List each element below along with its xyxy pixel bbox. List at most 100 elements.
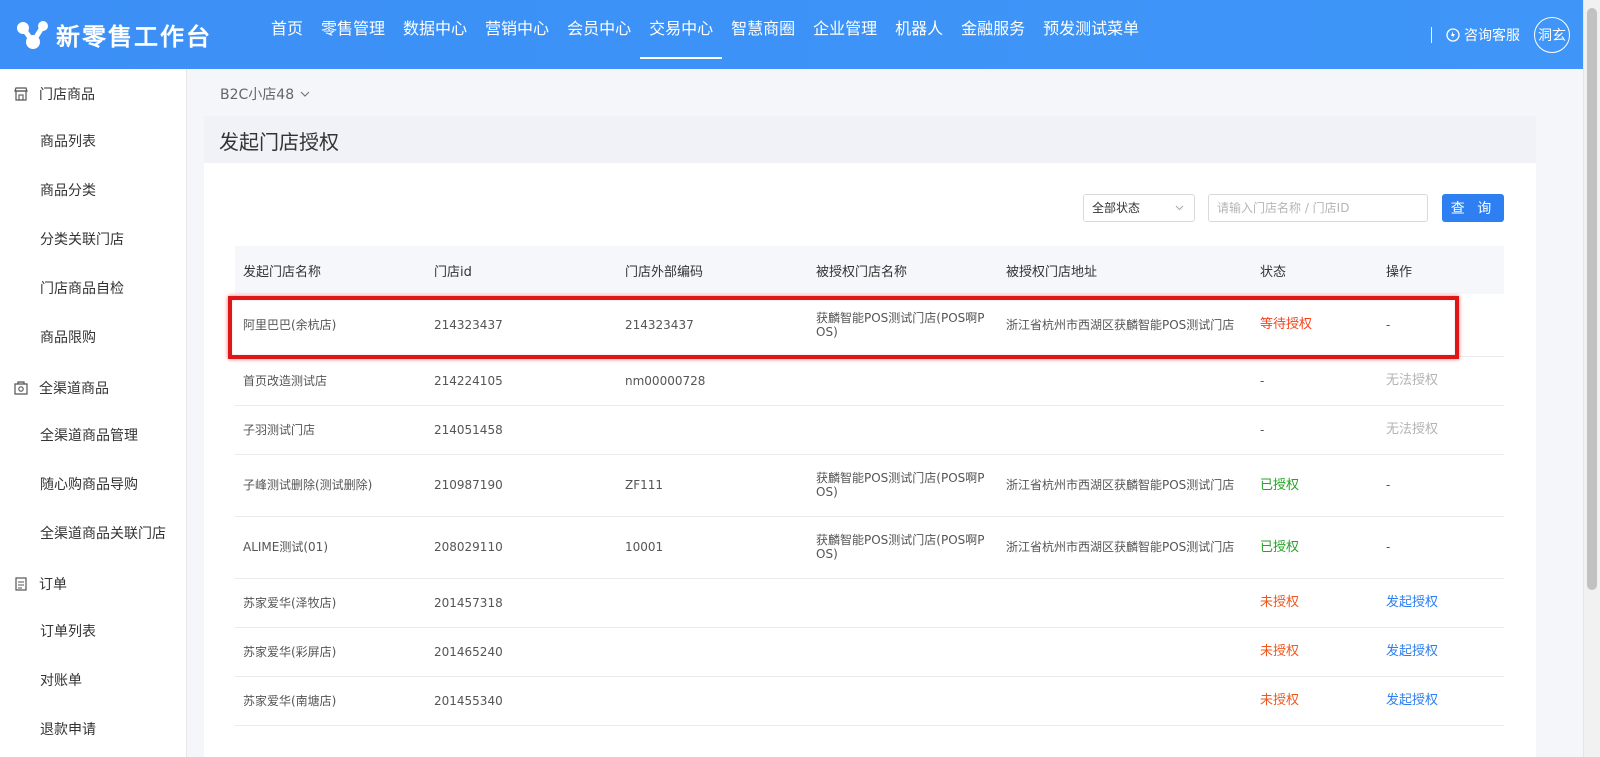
- table-row: ALIME测试(01) 208029110 10001 获麟智能POS测试门店(POS…: [235, 516, 1504, 579]
- cell-authorized-address: 浙江省杭州市西湖区获麟智能POS测试门店: [1006, 540, 1235, 554]
- cell-store-id-wrapper: 201457318: [426, 578, 617, 628]
- logo[interactable]: 新零售工作台: [16, 14, 212, 54]
- cell-status: 未授权: [1260, 644, 1300, 659]
- nav-enterprise[interactable]: 企业管理: [804, 0, 886, 69]
- cell-source-store-wrapper: 苏家爱华(南塘店): [235, 676, 426, 726]
- cell-store-id: 208029110: [434, 540, 503, 554]
- table-row: 阿里巴巴(余杭店) 214323437 214323437 获麟智能POS测试门店(P…: [235, 294, 1504, 357]
- cell-store-id: 210987190: [434, 478, 503, 492]
- nav-home[interactable]: 首页: [262, 0, 312, 69]
- logo-icon: [16, 17, 50, 51]
- cell-external-code-wrapper: 10001: [617, 516, 808, 579]
- logo-text: 新零售工作台: [56, 22, 212, 51]
- cell-action[interactable]: 发起授权: [1386, 644, 1438, 659]
- cell-external-code-wrapper: nm00000728: [617, 356, 808, 406]
- cell-action-wrapper: -: [1378, 516, 1504, 579]
- table-row: 苏家爱华(南塘店) 201455340 未授权 发起授权: [235, 676, 1504, 726]
- cell-authorized-address-wrapper: [998, 627, 1252, 677]
- cell-action[interactable]: 发起授权: [1386, 693, 1438, 708]
- table-row: 苏家爱华(泽牧店) 201457318 未授权 发起授权: [235, 578, 1504, 628]
- nav-smart-district[interactable]: 智慧商圈: [722, 0, 804, 69]
- sidebar-group-order[interactable]: 订单: [0, 559, 186, 608]
- sidebar-item-product-list[interactable]: 商品列表: [0, 118, 186, 167]
- cell-store-id-wrapper: 201465240: [426, 627, 617, 677]
- cell-action-wrapper: 无法授权: [1378, 405, 1504, 455]
- nav-robot[interactable]: 机器人: [886, 0, 952, 69]
- col-authorized-store: 被授权门店名称: [808, 246, 998, 294]
- cell-external-code-wrapper: 214323437: [617, 294, 808, 357]
- cell-source-store: 苏家爱华(泽牧店): [243, 595, 337, 610]
- store-search-input[interactable]: [1208, 194, 1428, 222]
- sidebar-item-statement[interactable]: 对账单: [0, 657, 186, 706]
- service-link[interactable]: 咨询客服: [1446, 25, 1520, 45]
- cell-store-id-wrapper: 210987190: [426, 454, 617, 517]
- col-authorized-address: 被授权门店地址: [998, 246, 1252, 294]
- sidebar-item-refund[interactable]: 退款申请: [0, 706, 186, 755]
- service-label: 咨询客服: [1464, 27, 1520, 44]
- cell-source-store-wrapper: 子峰测试删除(测试删除): [235, 454, 426, 517]
- cell-source-store: 阿里巴巴(余杭店): [243, 317, 337, 332]
- chevron-down-icon: [300, 91, 310, 97]
- sidebar-group-store-goods[interactable]: 门店商品: [0, 69, 186, 118]
- cell-external-code-wrapper: [617, 627, 808, 677]
- cell-status: 已授权: [1260, 539, 1300, 555]
- page-scrollbar[interactable]: [1583, 0, 1600, 757]
- cell-source-store: 苏家爱华(南塘店): [243, 693, 337, 708]
- cell-authorized-address: 浙江省杭州市西湖区获麟智能POS测试门店: [1006, 317, 1235, 332]
- status-filter-select[interactable]: 全部状态: [1083, 194, 1195, 222]
- scrollbar-thumb[interactable]: [1587, 8, 1597, 590]
- sidebar-group-label: 全渠道商品: [39, 380, 109, 397]
- sidebar-item-purchase-limit[interactable]: 商品限购: [0, 314, 186, 363]
- cell-status-wrapper: 未授权: [1252, 627, 1378, 677]
- sidebar-item-shopping-guide[interactable]: 随心购商品导购: [0, 461, 186, 510]
- sidebar-item-omni-manage[interactable]: 全渠道商品管理: [0, 412, 186, 461]
- cell-action-wrapper: -: [1378, 294, 1504, 357]
- cell-action-wrapper: 发起授权: [1378, 578, 1504, 628]
- nav-retail[interactable]: 零售管理: [312, 0, 394, 69]
- headset-icon: [1446, 27, 1460, 42]
- sidebar-group-omni-channel[interactable]: 全渠道商品: [0, 363, 186, 412]
- table-row: 首页改造测试店 214224105 nm00000728 - 无法授权: [235, 356, 1504, 406]
- cell-store-id-wrapper: 214224105: [426, 356, 617, 406]
- cell-status: 未授权: [1260, 595, 1300, 610]
- sidebar-item-product-category[interactable]: 商品分类: [0, 167, 186, 216]
- sidebar-item-category-store[interactable]: 分类关联门店: [0, 216, 186, 265]
- avatar[interactable]: 洞玄: [1534, 16, 1570, 53]
- sidebar-item-self-check[interactable]: 门店商品自检: [0, 265, 186, 314]
- cell-status-wrapper: 未授权: [1252, 578, 1378, 628]
- table-row: 子峰测试删除(测试删除) 210987190 ZF111 获麟智能POS测试门店(PO…: [235, 454, 1504, 517]
- nav-data-center[interactable]: 数据中心: [394, 0, 476, 69]
- cell-authorized-store-wrapper: 获麟智能POS测试门店(POS啊POS): [808, 294, 998, 357]
- top-header: 新零售工作台 首页 零售管理 数据中心 营销中心 会员中心 交易中心 智慧商圈 …: [0, 0, 1600, 69]
- cell-source-store-wrapper: 子羽测试门店: [235, 405, 426, 455]
- sidebar-item-omni-store[interactable]: 全渠道商品关联门店: [0, 510, 186, 559]
- cell-status-wrapper: -: [1252, 405, 1378, 455]
- cell-authorized-store-wrapper: [808, 676, 998, 726]
- col-external-code: 门店外部编码: [617, 246, 808, 294]
- col-store-id: 门店id: [426, 246, 617, 294]
- table-header-row: 发起门店名称 门店id 门店外部编码 被授权门店名称 被授权门店地址 状态 操作: [235, 246, 1504, 294]
- nav-trade[interactable]: 交易中心: [640, 0, 723, 69]
- store-auth-table: 发起门店名称 门店id 门店外部编码 被授权门店名称 被授权门店地址 状态 操作…: [235, 246, 1504, 726]
- main-nav: 首页 零售管理 数据中心 营销中心 会员中心 交易中心 智慧商圈 企业管理 机器…: [262, 0, 1148, 69]
- cell-action[interactable]: 发起授权: [1386, 595, 1438, 610]
- sidebar-item-order-list[interactable]: 订单列表: [0, 608, 186, 657]
- nav-member[interactable]: 会员中心: [558, 0, 640, 69]
- cell-external-code-wrapper: [617, 578, 808, 628]
- nav-marketing[interactable]: 营销中心: [476, 0, 558, 69]
- cell-store-id: 201457318: [434, 595, 503, 610]
- header-divider: [1431, 26, 1432, 43]
- nav-pre-release[interactable]: 预发测试菜单: [1034, 0, 1148, 69]
- cell-external-code: 10001: [625, 540, 664, 554]
- cell-store-id: 214051458: [434, 422, 503, 437]
- nav-finance[interactable]: 金融服务: [952, 0, 1034, 69]
- query-button[interactable]: 查 询: [1442, 194, 1504, 222]
- store-switcher[interactable]: B2C小店48: [220, 84, 310, 104]
- cell-external-code-wrapper: [617, 676, 808, 726]
- col-action: 操作: [1378, 246, 1504, 294]
- cell-action-wrapper: 无法授权: [1378, 356, 1504, 406]
- cell-authorized-store: 获麟智能POS测试门店(POS啊POS): [816, 533, 985, 561]
- table-row: 子羽测试门店 214051458 - 无法授权: [235, 405, 1504, 455]
- cell-status-wrapper: -: [1252, 356, 1378, 406]
- cell-external-code-wrapper: [617, 405, 808, 455]
